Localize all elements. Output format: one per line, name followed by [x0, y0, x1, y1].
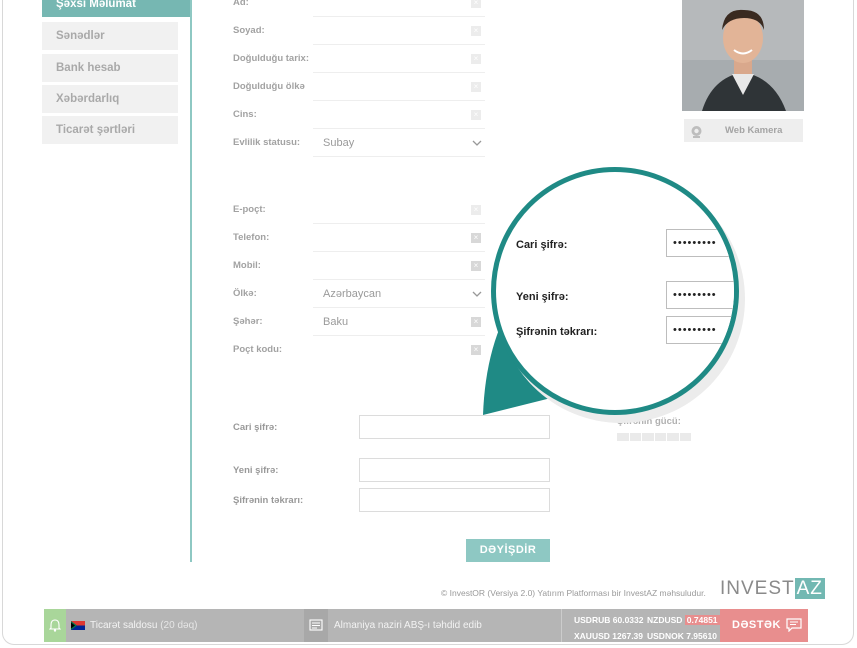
password-strength-meter: [617, 433, 691, 441]
new-password-input[interactable]: [359, 458, 550, 482]
news-icon: [309, 619, 323, 631]
change-password-button[interactable]: DƏYİŞDİR: [466, 539, 550, 562]
notifications-button[interactable]: [44, 609, 66, 642]
row-surname: Soyad: ×: [233, 17, 485, 45]
name-field[interactable]: ×: [313, 0, 485, 17]
name-label: Ad:: [233, 0, 249, 8]
country-value: Azərbaycan: [323, 288, 382, 300]
row-gender: Cins: ×: [233, 101, 485, 129]
clear-icon[interactable]: ×: [471, 317, 481, 327]
fx-xauusd: XAUUSD 1267.39: [574, 631, 644, 641]
south-africa-flag-icon: [71, 621, 85, 630]
sidebar-item-trade-terms[interactable]: Ticarət şərtləri: [42, 116, 178, 144]
phone-field[interactable]: ×: [313, 224, 485, 252]
row-marital-status: Evlilik statusu: Subay: [233, 129, 485, 157]
surname-label: Soyad:: [233, 25, 265, 36]
surname-field[interactable]: ×: [313, 17, 485, 45]
zoom-new-password-label: Yeni şifrə:: [516, 291, 569, 303]
mobile-label: Mobil:: [233, 260, 261, 271]
row-phone: Telefon: ×: [233, 224, 485, 252]
app-frame: Şəxsi Məlumat Sənədlər Bank hesab məluma…: [2, 0, 854, 645]
clear-icon[interactable]: ×: [471, 345, 481, 355]
mobile-field[interactable]: ×: [313, 252, 485, 280]
bell-icon: [49, 619, 61, 632]
bottom-status-bar: Ticarət saldosu (20 dəq) Almaniya naziri…: [44, 609, 808, 642]
sidebar-divider: [190, 0, 192, 562]
chat-icon: [786, 618, 802, 632]
clear-icon[interactable]: ×: [471, 0, 481, 8]
support-button[interactable]: DƏSTƏK: [720, 609, 808, 642]
row-city: Şəhər: Baku ×: [233, 308, 485, 336]
sidebar-item-personal-info[interactable]: Şəxsi Məlumat: [42, 0, 190, 17]
row-country: Ölkə: Azərbaycan: [233, 280, 485, 308]
birthdate-field[interactable]: ×: [313, 45, 485, 73]
email-field[interactable]: ×: [313, 196, 485, 224]
city-field[interactable]: Baku ×: [313, 308, 485, 336]
city-value: Baku: [323, 316, 349, 328]
clear-icon[interactable]: ×: [471, 205, 481, 215]
investaz-logo: INVEST AZ: [720, 578, 825, 599]
sidebar: Şəxsi Məlumat Sənədlər Bank hesab məluma…: [42, 0, 192, 560]
birth-country-field[interactable]: ×: [313, 73, 485, 101]
clear-icon[interactable]: ×: [471, 26, 481, 36]
row-birthdate: Doğulduğu tarix: ×: [233, 45, 485, 73]
clear-icon[interactable]: ×: [471, 54, 481, 64]
webcam-label: Web Kamera: [725, 125, 783, 136]
row-email: E-poçt: ×: [233, 196, 485, 224]
fx-nzdusd: NZDUSD 0.74851: [647, 615, 720, 625]
row-name: Ad: ×: [233, 0, 485, 17]
clear-icon[interactable]: ×: [471, 261, 481, 271]
webcam-button[interactable]: Web Kamera: [684, 119, 803, 142]
current-password-label: Cari şifrə:: [233, 422, 278, 433]
postal-code-field[interactable]: ×: [313, 336, 485, 364]
news-headline[interactable]: Almaniya naziri ABŞ-ı təhdid edib: [334, 609, 482, 642]
row-postal-code: Poçt kodu: ×: [233, 336, 485, 364]
birthdate-label: Doğulduğu tarix:: [233, 53, 309, 64]
trade-balance-text[interactable]: Ticarət saldosu (20 dəq): [90, 609, 197, 642]
row-mobile: Mobil: ×: [233, 252, 485, 280]
country-label: Ölkə:: [233, 288, 257, 299]
marital-status-select[interactable]: Subay: [313, 129, 485, 157]
row-birth-country: Doğulduğu ölkə ×: [233, 73, 485, 101]
clear-icon[interactable]: ×: [471, 233, 481, 243]
zoom-repeat-password-label: Şifrənin təkrarı:: [516, 326, 598, 338]
copyright-text: © InvestOR (Versiya 2.0) Yatırım Platfor…: [441, 588, 706, 598]
email-label: E-poçt:: [233, 204, 266, 215]
zoom-repeat-password-input: •••••••••: [666, 316, 734, 344]
fx-usdnok: USDNOK 7.95610: [647, 631, 717, 641]
marital-status-value: Subay: [323, 137, 355, 149]
clear-icon[interactable]: ×: [471, 82, 481, 92]
city-label: Şəhər:: [233, 316, 263, 327]
repeat-password-label: Şifrənin təkrarı:: [233, 495, 304, 506]
postal-code-label: Poçt kodu:: [233, 344, 283, 355]
sidebar-item-documents[interactable]: Sənədlər: [42, 22, 178, 50]
repeat-password-input[interactable]: [359, 488, 550, 512]
news-button[interactable]: [304, 609, 328, 642]
phone-label: Telefon:: [233, 232, 270, 243]
zoom-new-password-input: •••••••••: [666, 281, 734, 309]
camera-icon: [690, 124, 703, 138]
profile-photo-image: [682, 0, 804, 111]
marital-status-label: Evlilik statusu:: [233, 137, 301, 148]
clear-icon[interactable]: ×: [471, 110, 481, 120]
gender-field[interactable]: ×: [313, 101, 485, 129]
gender-label: Cins:: [233, 109, 257, 120]
profile-photo: [682, 0, 804, 111]
new-password-label: Yeni şifrə:: [233, 465, 279, 476]
country-select[interactable]: Azərbaycan: [313, 280, 485, 308]
zoom-current-password-label: Cari şifrə:: [516, 239, 568, 251]
birth-country-label: Doğulduğu ölkə: [233, 81, 305, 92]
fx-usdrub: USDRUB 60.0332: [574, 615, 644, 625]
current-password-input[interactable]: [359, 415, 550, 439]
chevron-down-icon[interactable]: [471, 287, 483, 299]
magnifier-zoom: Cari şifrə: ••••••••• Yeni şifrə: ••••••…: [491, 167, 739, 415]
chevron-down-icon[interactable]: [471, 136, 483, 148]
sidebar-item-bank-info[interactable]: Bank hesab məlumatları: [42, 54, 178, 102]
zoom-current-password-input: •••••••••: [666, 229, 734, 257]
password-strength-label: Şifrənin gücü:: [617, 416, 681, 427]
sidebar-item-notifications[interactable]: Xəbərdarlıq seçənəkləri: [42, 85, 178, 133]
